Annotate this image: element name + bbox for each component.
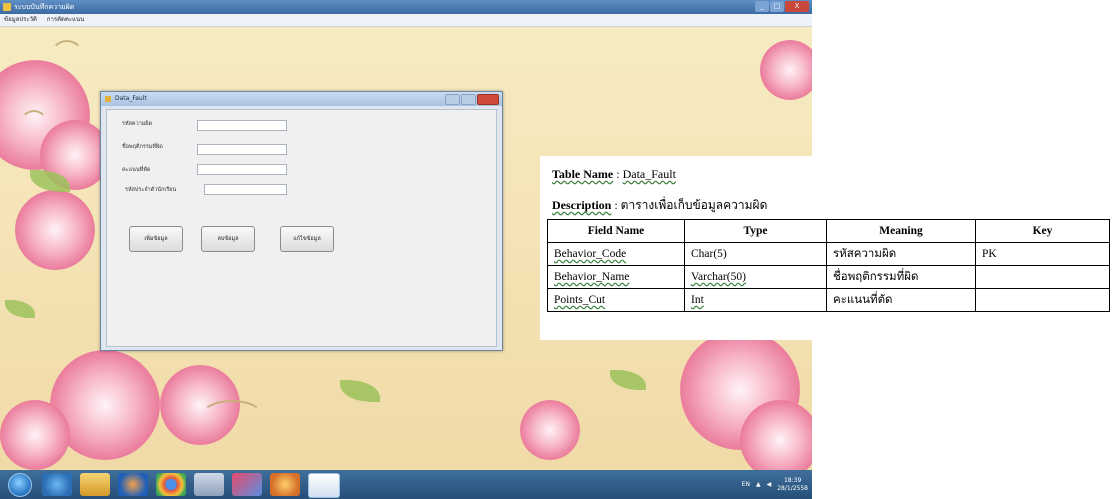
description-value: ตารางเพื่อเก็บข้อมูลความผิด xyxy=(620,198,768,212)
maximize-button[interactable]: □ xyxy=(770,1,784,12)
chrome-icon[interactable] xyxy=(156,473,186,496)
column-header: Meaning xyxy=(826,219,976,243)
volume-icon[interactable]: ◀ xyxy=(767,481,772,488)
menu-item-profile[interactable]: ข้อมูลประวัติ xyxy=(4,14,37,26)
table-header-row: Field Name Type Meaning Key xyxy=(547,219,1110,243)
table-cell: Varchar(50) xyxy=(684,265,827,289)
column-header: Type xyxy=(684,219,827,243)
media-player-icon[interactable] xyxy=(118,473,148,496)
paint-icon[interactable] xyxy=(232,473,262,496)
start-button-icon[interactable] xyxy=(8,473,32,497)
wallpaper-leaf xyxy=(5,300,35,318)
edit-data-button[interactable]: แก้ไขข้อมูล xyxy=(280,226,334,252)
table-cell: Int xyxy=(684,288,827,312)
dfw-close-button[interactable] xyxy=(477,94,499,105)
outer-window-controls: _ □ X xyxy=(755,1,809,12)
delete-data-button[interactable]: ลบข้อมูล xyxy=(201,226,255,252)
label-behavior-name: ชื่อพฤติกรรมที่ผิด xyxy=(122,144,163,150)
label-student-id: รหัสประจำตัวนักเรียน xyxy=(125,187,177,193)
table-spec-document: Table Name : Data_Fault Description : ตา… xyxy=(540,156,1112,340)
data-fault-form: รหัสความผิด ชื่อพฤติกรรมที่ผิด คะแนนที่ต… xyxy=(106,109,497,347)
student-id-input[interactable] xyxy=(204,184,287,195)
file-explorer-icon[interactable] xyxy=(80,473,110,496)
data-fault-titlebar: Data_Fault xyxy=(101,92,502,106)
app-icon xyxy=(3,3,11,11)
table-cell xyxy=(975,265,1110,289)
wallpaper-flower xyxy=(15,190,95,270)
description-line: Description : ตารางเพื่อเก็บข้อมูลความผิ… xyxy=(552,198,768,212)
form-icon xyxy=(105,96,111,102)
minimize-button[interactable]: _ xyxy=(755,1,769,12)
outer-menubar: ข้อมูลประวัติ การตัดคะแนน xyxy=(0,14,812,27)
clock-date: 28/1/2558 xyxy=(777,484,808,492)
add-data-button[interactable]: เพิ่มข้อมูล xyxy=(129,226,183,252)
fields-table: Field Name Type Meaning Key Behavior_Cod… xyxy=(547,219,1110,312)
outer-window-title: ระบบบันทึกความผิด xyxy=(14,3,75,11)
system-tray: EN ▲ ◀ 18:39 28/1/2558 xyxy=(742,470,808,499)
table-cell: Points_Cut xyxy=(547,288,685,312)
calculator-icon[interactable] xyxy=(194,473,224,496)
label-points-cut: คะแนนที่ตัด xyxy=(122,167,151,173)
data-fault-window: Data_Fault รหัสความผิด ชื่อพฤติกรรมที่ผิ… xyxy=(100,91,503,351)
behavior-code-input[interactable] xyxy=(197,120,287,131)
table-cell: Behavior_Name xyxy=(547,265,685,289)
data-fault-window-controls xyxy=(445,94,499,105)
taskbar: EN ▲ ◀ 18:39 28/1/2558 xyxy=(0,470,812,499)
dfw-minimize-button[interactable] xyxy=(445,94,460,105)
dfw-maximize-button[interactable] xyxy=(461,94,476,105)
internet-explorer-icon[interactable] xyxy=(42,473,72,496)
table-row: Behavior_Name Varchar(50) ชื่อพฤติกรรมที… xyxy=(547,265,1110,289)
points-cut-input[interactable] xyxy=(197,164,287,175)
language-indicator[interactable]: EN xyxy=(742,481,750,488)
wallpaper-flower xyxy=(740,400,812,480)
behavior-name-input[interactable] xyxy=(197,144,287,155)
wallpaper-swirl xyxy=(20,110,48,138)
table-row: Points_Cut Int คะแนนที่ตัด xyxy=(547,288,1110,312)
column-header: Key xyxy=(975,219,1110,243)
wallpaper-flower xyxy=(760,40,812,100)
data-fault-title: Data_Fault xyxy=(115,95,147,102)
clock[interactable]: 18:39 28/1/2558 xyxy=(777,477,808,493)
menu-item-deduct-points[interactable]: การตัดคะแนน xyxy=(47,14,84,26)
table-name-line: Table Name : Data_Fault xyxy=(552,167,676,181)
wallpaper-swirl xyxy=(200,400,264,434)
active-app-taskbar-icon[interactable] xyxy=(308,473,340,498)
outer-window-titlebar: ระบบบันทึกความผิด _ □ X xyxy=(0,0,812,14)
close-button[interactable]: X xyxy=(785,1,809,12)
wallpaper-leaf xyxy=(340,380,380,402)
network-icon[interactable]: ▲ xyxy=(756,481,761,488)
wallpaper-flower xyxy=(520,400,580,460)
table-cell: ชื่อพฤติกรรมที่ผิด xyxy=(826,265,976,289)
wallpaper-swirl xyxy=(50,40,84,74)
table-cell: คะแนนที่ตัด xyxy=(826,288,976,312)
table-row: Behavior_Code Char(5) รหัสความผิด PK xyxy=(547,242,1110,266)
table-name-value: Data_Fault xyxy=(622,167,676,181)
column-header: Field Name xyxy=(547,219,685,243)
description-label: Description xyxy=(552,198,612,212)
table-cell: Behavior_Code xyxy=(547,242,685,266)
wallpaper-leaf xyxy=(610,370,646,390)
table-cell xyxy=(975,288,1110,312)
wallpaper-flower xyxy=(0,400,70,470)
app-icon-taskbar[interactable] xyxy=(270,473,300,496)
clock-time: 18:39 xyxy=(783,476,802,484)
table-cell: PK xyxy=(975,242,1110,266)
table-cell: รหัสความผิด xyxy=(826,242,976,266)
table-name-label: Table Name xyxy=(552,167,614,181)
label-behavior-code: รหัสความผิด xyxy=(122,121,153,127)
table-cell: Char(5) xyxy=(684,242,827,266)
